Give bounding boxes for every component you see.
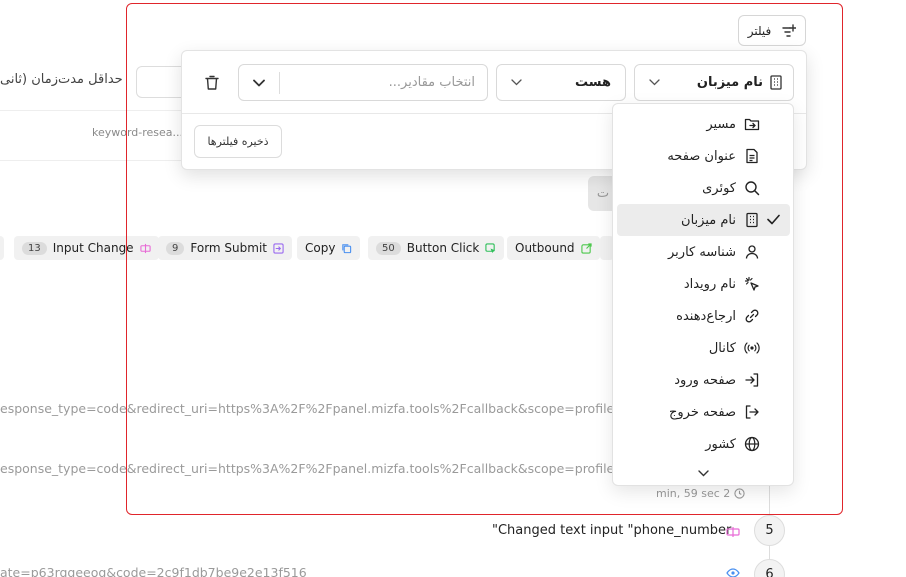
folder-arrow-icon [744, 118, 760, 131]
chip-partial[interactable] [0, 236, 4, 260]
building-icon [746, 212, 758, 228]
input-cursor-icon [726, 527, 740, 537]
option-label: کانال [708, 340, 736, 356]
trash-icon [205, 75, 219, 90]
chip-count: 13 [22, 241, 47, 255]
option-country[interactable]: کشور [617, 428, 790, 460]
option-query[interactable]: کوئری [617, 172, 790, 204]
clock-icon [734, 488, 745, 499]
form-submit-icon [273, 242, 284, 254]
chip-label: Form Submit [190, 241, 267, 255]
login-icon [745, 373, 759, 387]
event-time: min, 59 sec 2 [656, 487, 745, 500]
chip-button-click[interactable]: 50 Button Click [368, 236, 505, 260]
scroll-down-button[interactable] [695, 466, 711, 480]
field-value: نام میزبان [696, 75, 763, 90]
filter-button-label: فیلتر [747, 23, 772, 38]
field-select[interactable]: نام میزبان [634, 64, 794, 101]
option-label: کشور [705, 436, 736, 452]
values-divider [279, 71, 280, 94]
delete-filter-button[interactable] [200, 71, 224, 95]
chip-outbound[interactable]: Outbound [507, 236, 600, 260]
chip-label: Copy [305, 241, 336, 255]
link-icon [745, 309, 759, 323]
values-placeholder: انتخاب مقادیر... [388, 75, 475, 90]
filter-row-divider [0, 110, 190, 111]
option-label: مسیر [706, 116, 736, 132]
option-page-title[interactable]: عنوان صفحه [617, 140, 790, 172]
chip-label: Outbound [515, 241, 575, 255]
chip-count: 50 [376, 241, 401, 255]
chip-input-change[interactable]: 13 Input Change [14, 236, 159, 260]
chip-count: 9 [166, 241, 185, 255]
option-referrer[interactable]: ارجاع‌دهنده [617, 300, 790, 332]
event-text: ate=p63rqgeeog&code=2c9f1db7be9e2e13f516 [0, 565, 307, 577]
option-event-name[interactable]: نام رویداد [617, 268, 790, 300]
event-index-badge: 5 [754, 515, 785, 546]
external-link-icon [580, 242, 592, 254]
option-label: نام رویداد [683, 276, 736, 292]
chevron-down-icon [649, 79, 660, 86]
copy-icon [342, 243, 352, 253]
option-exit-page[interactable]: صفحه خروج [617, 396, 790, 428]
option-channel[interactable]: کانال [617, 332, 790, 364]
chip-label: Input Change [52, 241, 134, 255]
operator-value: هست [574, 75, 611, 90]
option-label: صفحه ورود [674, 372, 736, 388]
eye-icon [726, 568, 740, 577]
option-label: ارجاع‌دهنده [676, 308, 736, 324]
filter-button[interactable]: فیلتر [738, 15, 806, 46]
save-filters-label: ذخیره فیلترها [207, 135, 269, 148]
button-click-icon [485, 242, 496, 253]
logout-icon [745, 405, 759, 419]
filter-row-divider-2 [0, 160, 190, 161]
event-index: 5 [765, 523, 774, 538]
option-path[interactable]: مسیر [617, 108, 790, 140]
field-dropdown: مسیر عنوان صفحه کوئری نام میزبان شناسه ک… [612, 103, 794, 486]
event-time-label: min, 59 sec 2 [656, 487, 731, 500]
chip-form-submit[interactable]: 9 Form Submit [158, 236, 292, 260]
globe-icon [744, 436, 760, 452]
chip-copy[interactable]: Copy [297, 236, 361, 260]
building-icon [770, 75, 782, 90]
search-icon [745, 181, 760, 196]
option-label: عنوان صفحه [667, 148, 736, 164]
apply-button-label: ت [596, 186, 610, 201]
option-user-id[interactable]: شناسه کاربر [617, 236, 790, 268]
chip-label: Button Click [406, 241, 480, 255]
option-label: نام میزبان [681, 212, 736, 228]
cursor-click-icon [744, 276, 759, 291]
operator-select[interactable]: هست [496, 64, 626, 101]
document-icon [746, 148, 758, 164]
user-icon [745, 245, 759, 259]
values-select[interactable]: انتخاب مقادیر... [238, 64, 488, 101]
chevron-down-icon [697, 469, 709, 476]
event-url-row: esponse_type=code&redirect_uri=https%3A%… [0, 461, 612, 476]
search-hint: keyword-resea... [92, 126, 184, 139]
event-index-badge: 6 [754, 559, 785, 577]
save-filters-button[interactable]: ذخیره فیلترها [194, 125, 282, 158]
filter-add-icon [782, 23, 797, 37]
option-entry-page[interactable]: صفحه ورود [617, 364, 790, 396]
option-label: کوئری [702, 180, 736, 196]
chevron-down-icon [253, 79, 265, 86]
option-hostname[interactable]: نام میزبان [617, 204, 790, 236]
broadcast-icon [744, 342, 760, 354]
option-label: شناسه کاربر [668, 244, 736, 260]
option-label: صفحه خروج [669, 404, 736, 420]
chevron-down-icon [511, 79, 522, 86]
event-url-row: esponse_type=code&redirect_uri=https%3A%… [0, 401, 612, 416]
event-index: 6 [765, 567, 774, 577]
input-cursor-icon [139, 243, 151, 253]
check-icon [767, 214, 780, 225]
min-duration-label: حداقل مدت‌زمان (ثانی [0, 72, 123, 87]
event-text: "Changed text input "phone_number [492, 523, 732, 538]
